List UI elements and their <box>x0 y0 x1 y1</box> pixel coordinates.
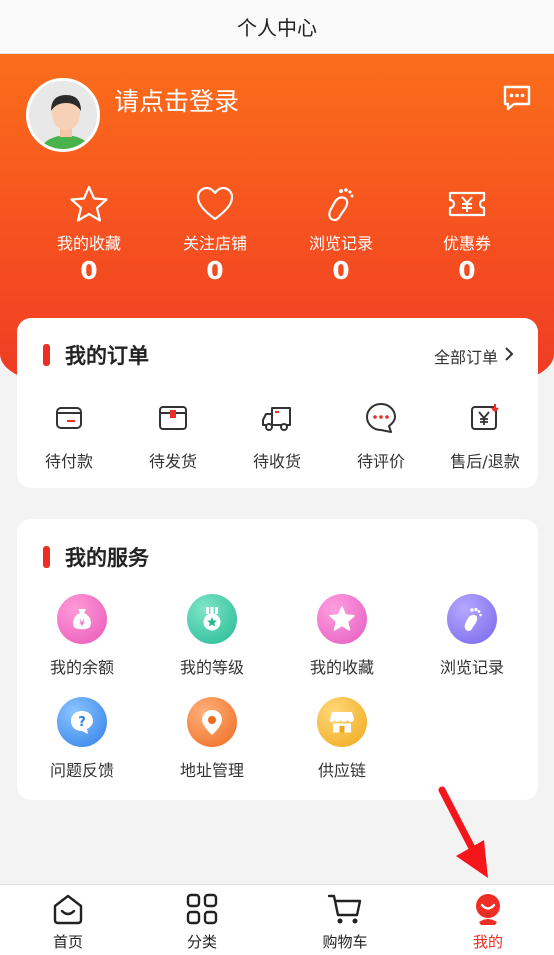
service-label: 我的余额 <box>49 658 114 677</box>
order-label: 待发货 <box>148 452 197 471</box>
service-label: 供应链 <box>317 761 366 780</box>
service-label: 地址管理 <box>179 761 244 780</box>
service-address[interactable]: 地址管理 <box>157 697 267 781</box>
service-label: 浏览记录 <box>439 658 504 677</box>
order-label: 待付款 <box>44 452 93 471</box>
stat-favorites[interactable]: 我的收藏 0 <box>39 182 139 285</box>
svg-text:?: ? <box>78 715 86 730</box>
service-favorites[interactable]: 我的收藏 <box>287 594 397 678</box>
service-level[interactable]: 我的等级 <box>157 594 267 678</box>
pointer-arrow-icon <box>438 786 488 878</box>
medal-icon <box>187 594 237 644</box>
comment-icon <box>333 398 429 438</box>
stat-value: 0 <box>458 256 476 285</box>
section-marker <box>43 344 50 366</box>
top-bar: 个人中心 <box>0 0 554 54</box>
tab-category[interactable]: 分类 <box>152 891 252 952</box>
refund-icon <box>437 398 533 438</box>
order-after-sales[interactable]: 售后/退款 <box>437 398 533 472</box>
order-pending-payment[interactable]: 待付款 <box>21 398 117 472</box>
star-icon <box>317 594 367 644</box>
service-label: 我的收藏 <box>309 658 374 677</box>
stat-value: 0 <box>206 256 224 285</box>
tab-label: 分类 <box>186 933 217 951</box>
star-icon <box>39 182 139 226</box>
service-label: 问题反馈 <box>49 761 114 780</box>
profile-icon <box>438 891 538 927</box>
page-title: 个人中心 <box>237 16 317 40</box>
question-icon: ? <box>57 697 107 747</box>
tab-cart[interactable]: 购物车 <box>295 891 395 952</box>
footprint-icon <box>447 594 497 644</box>
order-pending-review[interactable]: 待评价 <box>333 398 429 472</box>
package-icon <box>125 398 221 438</box>
service-feedback[interactable]: ? 问题反馈 <box>27 697 137 781</box>
order-pending-receipt[interactable]: 待收货 <box>229 398 325 472</box>
stat-label: 浏览记录 <box>308 234 373 253</box>
tab-label: 首页 <box>52 933 83 951</box>
orders-title: 我的订单 <box>65 344 149 368</box>
stat-value: 0 <box>332 256 350 285</box>
stat-label: 我的收藏 <box>56 234 121 253</box>
cart-icon <box>295 891 395 927</box>
order-label: 待收货 <box>252 452 301 471</box>
wallet-icon <box>21 398 117 438</box>
tab-profile[interactable]: 我的 <box>438 891 538 952</box>
order-pending-shipment[interactable]: 待发货 <box>125 398 221 472</box>
orders-card: 我的订单 全部订单 待付款 待发货 待收货 待评价 售后/退款 <box>17 318 538 488</box>
stat-label: 关注店铺 <box>182 234 247 253</box>
footprint-icon <box>291 182 391 226</box>
home-icon <box>18 891 118 927</box>
order-label: 售后/退款 <box>450 452 520 471</box>
services-title: 我的服务 <box>65 546 149 570</box>
order-label: 待评价 <box>356 452 405 471</box>
money-bag-icon: ¥ <box>57 594 107 644</box>
truck-icon <box>229 398 325 438</box>
all-orders-label: 全部订单 <box>433 348 498 367</box>
location-icon <box>187 697 237 747</box>
grid-icon <box>152 891 252 927</box>
svg-text:¥: ¥ <box>79 619 85 629</box>
stat-browse-history[interactable]: 浏览记录 0 <box>291 182 391 285</box>
message-icon[interactable] <box>502 84 532 112</box>
store-icon <box>317 697 367 747</box>
bottom-tab-bar: 首页 分类 购物车 我的 <box>0 884 554 955</box>
coupon-icon <box>417 182 517 226</box>
tab-home[interactable]: 首页 <box>18 891 118 952</box>
stat-coupons[interactable]: 优惠券 0 <box>417 182 517 285</box>
tab-label: 我的 <box>472 933 503 951</box>
stat-followed-shops[interactable]: 关注店铺 0 <box>165 182 265 285</box>
stat-label: 优惠券 <box>442 234 491 253</box>
all-orders-link[interactable]: 全部订单 <box>434 344 514 368</box>
section-marker <box>43 546 50 568</box>
chevron-right-icon <box>504 346 514 366</box>
heart-icon <box>165 182 265 226</box>
service-supply-chain[interactable]: 供应链 <box>287 697 397 781</box>
tab-label: 购物车 <box>322 933 368 951</box>
login-prompt[interactable]: 请点击登录 <box>114 82 239 118</box>
service-browse-history[interactable]: 浏览记录 <box>417 594 527 678</box>
service-balance[interactable]: ¥ 我的余额 <box>27 594 137 678</box>
services-card: 我的服务 ¥ 我的余额 我的等级 我的收藏 浏览记录 ? 问题反馈 地址管理 供… <box>17 519 538 800</box>
stat-value: 0 <box>80 256 98 285</box>
service-label: 我的等级 <box>179 658 244 677</box>
user-avatar[interactable] <box>26 78 100 152</box>
